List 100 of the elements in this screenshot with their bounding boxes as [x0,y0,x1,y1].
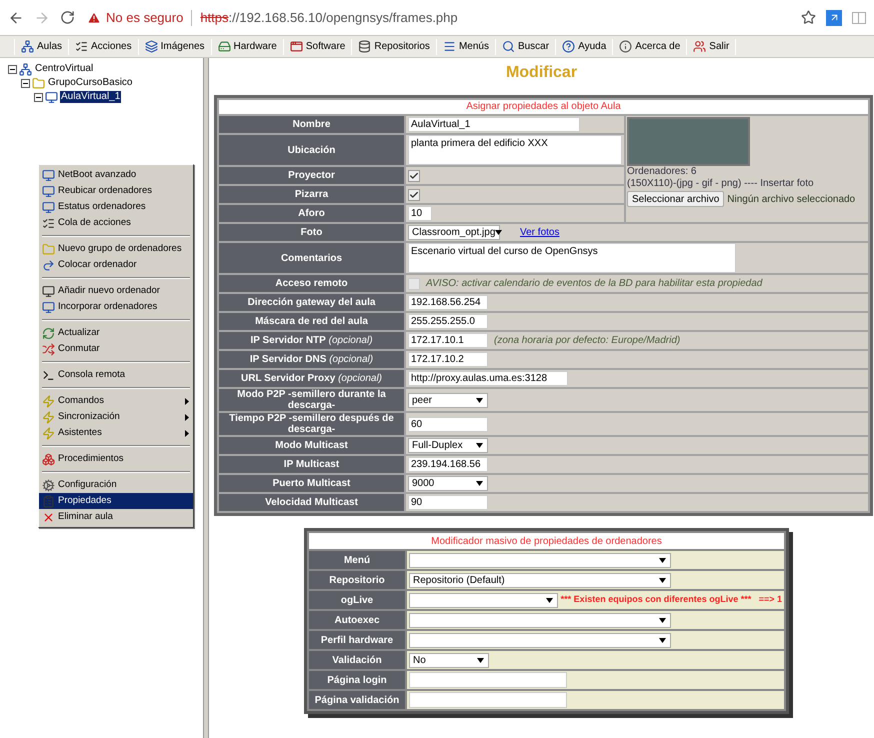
field-label: Máscara de red del aula [219,313,404,330]
text-field[interactable]: http://proxy.aulas.uma.es:3128 [408,371,568,386]
toolbar-button[interactable]: Ayuda [562,39,606,54]
address-bar[interactable]: No es seguro https://192.168.56.10/opengnsys/frames.php [85,4,816,30]
field-label: Velocidad Multicast [219,494,404,511]
text-field[interactable] [409,692,567,708]
checkbox[interactable] [408,170,420,182]
lightning-icon [42,426,55,440]
bookmark-star-icon[interactable] [801,10,816,25]
hint-text: (zona horaria por defecto: Europe/Madrid) [494,334,680,348]
toolbar-button[interactable]: Buscar [502,39,550,54]
menu-item[interactable]: Asistentes [39,425,193,441]
field-label: Pizarra [219,186,404,203]
select-field[interactable]: Classroom_opt.jpg [408,225,500,240]
computer-icon [42,200,55,214]
toolbar-button[interactable]: Salir [693,39,730,54]
select-field[interactable] [409,632,671,648]
select-field[interactable]: peer [408,392,488,408]
computer-icon [42,284,55,298]
menu-item[interactable]: Nuevo grupo de ordenadores [39,241,193,257]
terminal-icon [42,368,55,382]
field-label: IP Servidor DNS (opcional) [219,351,404,368]
menu-item[interactable]: NetBoot avanzado [39,167,193,183]
text-area[interactable]: planta primera del edificio XXX [408,135,622,165]
tree-item[interactable]: CentroVirtual [34,63,94,75]
warning-text: *** Existen equipos con diferentes ogLive *** ==> 1 [560,593,782,606]
select-field[interactable]: No [409,652,489,668]
text-field[interactable] [409,672,567,688]
text-field[interactable]: 60 [408,416,488,432]
menu-item[interactable]: Colocar ordenador [39,257,193,273]
menu-item[interactable]: Incorporar ordenadores [39,299,193,315]
text-field[interactable]: 10 [408,206,432,221]
text-field[interactable]: AulaVirtual_1 [408,117,580,132]
select-field[interactable]: 9000 [408,476,488,491]
caret-icon [659,618,666,622]
boxes-icon [42,452,55,466]
choose-file-button[interactable]: Seleccionar archivo [627,191,724,207]
toolbar-button[interactable]: Acerca de [619,39,680,54]
field-label: Acceso remoto [219,275,404,292]
panel-icon[interactable] [852,12,866,24]
menu-item[interactable]: Sincronización [39,409,193,425]
collapse-toggle-icon[interactable] [34,92,43,102]
computer-icon [42,300,55,314]
text-field[interactable]: 192.168.56.254 [408,295,488,310]
menu-item[interactable]: Cola de acciones [39,215,193,231]
toolbar-button[interactable]: Aulas [21,39,62,54]
menu-item[interactable]: Conmutar [39,341,193,357]
caret-icon [659,578,666,582]
reload-icon[interactable] [60,10,75,25]
tree-item[interactable]: GrupoCursoBasico [47,77,134,89]
menu-item[interactable]: Actualizar [39,325,193,341]
text-field[interactable]: 172.17.10.2 [408,352,488,367]
collapse-toggle-icon[interactable] [8,64,17,74]
computer-icon [45,90,58,104]
caret-icon [659,558,666,562]
menu-item[interactable]: Reubicar ordenadores [39,183,193,199]
folder-icon [32,76,45,90]
back-icon[interactable] [8,10,24,26]
text-area[interactable]: Escenario virtual del curso de OpenGnsys [408,243,736,273]
menu-item[interactable]: Propiedades [39,493,193,509]
menu-item[interactable]: Configuración [39,477,193,493]
menu-item[interactable]: Estatus ordenadores [39,199,193,215]
view-photos-link[interactable]: Ver fotos [520,225,560,240]
text-field[interactable]: 90 [408,495,488,510]
field-label: Modo Multicast [219,437,404,454]
select-field[interactable] [409,612,671,628]
menu-item[interactable]: Procedimientos [39,451,193,467]
collapse-toggle-icon[interactable] [21,78,30,88]
text-field[interactable]: 255.255.255.0 [408,314,488,329]
folder-icon [42,242,55,256]
select-field[interactable]: Full-Duplex [408,438,488,453]
computer-count: Ordenadores: 6 [627,166,696,178]
select-field[interactable] [409,552,671,568]
page-title: Modificar [504,63,578,83]
checkbox[interactable] [408,188,420,200]
extension-icon[interactable] [826,10,842,26]
text-field[interactable]: 239.194.168.56 [408,457,488,472]
toolbar-button[interactable]: Hardware [218,39,277,54]
caret-icon [476,481,483,486]
search-icon [502,40,515,53]
text-field[interactable]: 172.17.10.1 [408,333,488,348]
warning-icon [87,10,101,24]
tree-item[interactable]: AulaVirtual_1 [60,91,122,103]
security-label: No es seguro [106,8,184,27]
toolbar-button[interactable]: Menús [442,39,489,54]
submenu-arrow-icon [185,430,189,436]
select-field[interactable]: Repositorio (Default) [409,572,671,588]
menu-item[interactable]: Comandos [39,393,193,409]
toolbar-button[interactable]: Software [290,39,346,54]
menu-item[interactable]: Consola remota [39,367,193,383]
info-icon [619,40,632,53]
toolbar-button[interactable]: Repositorios [358,39,430,54]
toolbar-button[interactable]: Imágenes [144,39,205,54]
menu-item[interactable]: Añadir nuevo ordenador [39,283,193,299]
menu-item[interactable]: Eliminar aula [39,509,193,525]
network-icon [21,40,34,53]
field-label: Comentarios [219,243,404,273]
select-field[interactable] [409,592,558,608]
toolbar-button[interactable]: Acciones [75,39,132,54]
field-label: IP Multicast [219,456,404,473]
